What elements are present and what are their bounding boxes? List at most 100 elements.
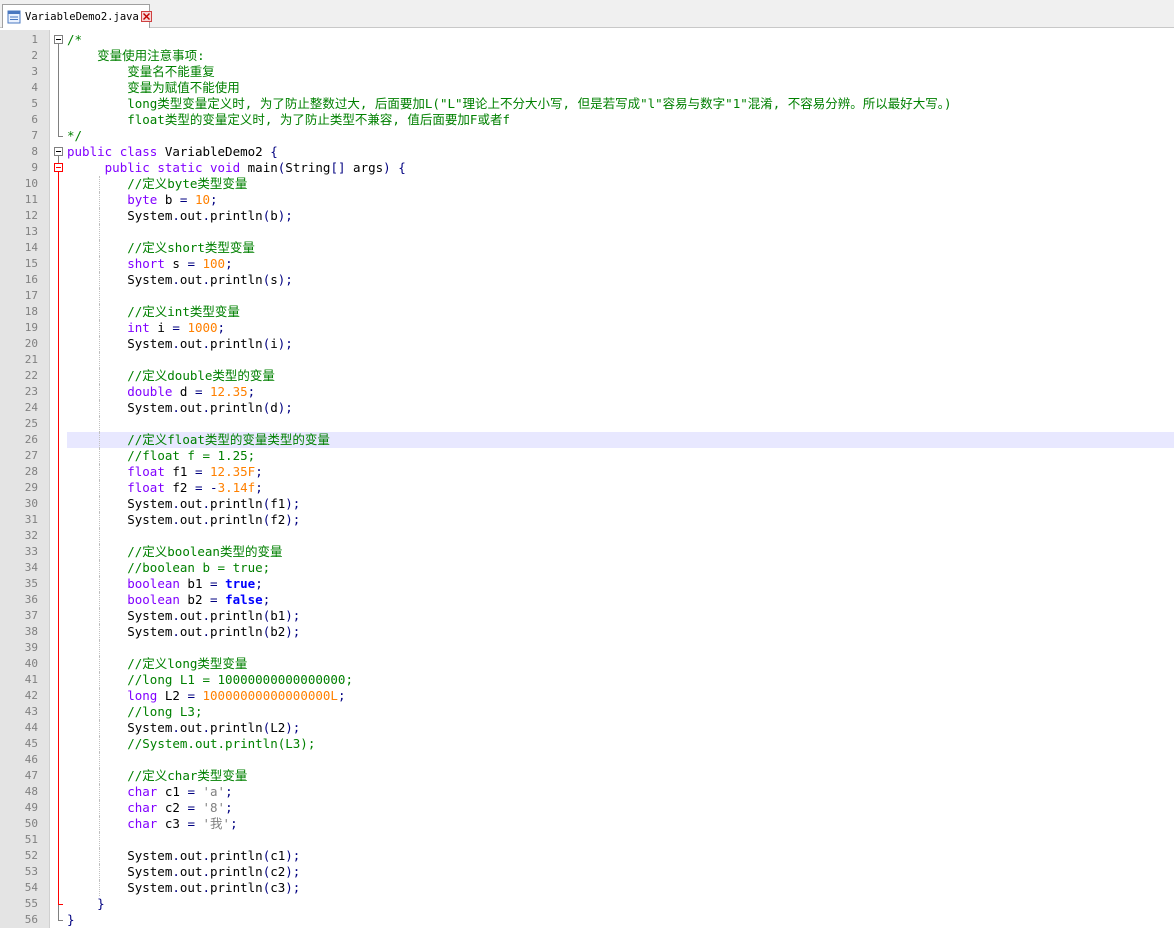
indent-guide [99, 800, 100, 816]
code-line[interactable]: System.out.println(c2); [67, 864, 1174, 880]
code-line[interactable]: System.out.println(f1); [67, 496, 1174, 512]
code-token: out [179, 864, 203, 879]
code-token: ); [285, 624, 301, 639]
tab-variabledemo2[interactable]: VariableDemo2.java [2, 4, 152, 28]
fold-margin[interactable] [50, 30, 66, 928]
fold-toggle-icon[interactable] [54, 35, 63, 44]
indent-guide [99, 512, 100, 528]
code-line[interactable]: System.out.println(L2); [67, 720, 1174, 736]
code-line[interactable]: //定义char类型变量 [67, 768, 1174, 784]
code-line[interactable]: float类型的变量定义时, 为了防止类型不兼容, 值后面要加F或者f [67, 112, 1174, 128]
code-line[interactable] [67, 752, 1174, 768]
code-line[interactable]: boolean b2 = false; [67, 592, 1174, 608]
code-line[interactable]: byte b = 10; [67, 192, 1174, 208]
code-token: c1 [270, 848, 286, 863]
code-token: ; [337, 688, 346, 703]
code-line[interactable]: float f1 = 12.35F; [67, 464, 1174, 480]
indent-guide [99, 864, 100, 880]
code-line[interactable]: //定义long类型变量 [67, 656, 1174, 672]
indent-guide [99, 400, 100, 416]
code-line[interactable]: //long L1 = 10000000000000000; [67, 672, 1174, 688]
indent-guide [99, 880, 100, 896]
fold-end-marker [58, 136, 63, 137]
code-line[interactable]: double d = 12.35; [67, 384, 1174, 400]
indent-guide [99, 544, 100, 560]
code-line[interactable]: //System.out.println(L3); [67, 736, 1174, 752]
code-line[interactable]: boolean b1 = true; [67, 576, 1174, 592]
code-token: . [172, 624, 180, 639]
code-area[interactable]: /* 变量使用注意事项: 变量名不能重复 变量为赋值不能使用 long类型变量定… [67, 30, 1174, 928]
code-token: c2 [157, 800, 188, 815]
fold-toggle-icon[interactable] [54, 147, 63, 156]
code-line[interactable]: System.out.println(f2); [67, 512, 1174, 528]
code-token: char [127, 784, 158, 799]
code-line[interactable]: System.out.println(b2); [67, 624, 1174, 640]
code-line[interactable]: long类型变量定义时, 为了防止整数过大, 后面要加L("L"理论上不分大小写… [67, 96, 1174, 112]
code-line[interactable]: System.out.println(d); [67, 400, 1174, 416]
code-line[interactable]: System.out.println(b1); [67, 608, 1174, 624]
code-line[interactable]: short s = 100; [67, 256, 1174, 272]
code-line[interactable]: //long L3; [67, 704, 1174, 720]
code-line[interactable]: char c1 = 'a'; [67, 784, 1174, 800]
code-line[interactable]: public static void main(String[] args) { [67, 160, 1174, 176]
code-editor[interactable]: 1 2 3 4 5 6 7 8 9 10 11 12 13 14 15 16 17 18 19 20 21 22 23 24 2… [0, 30, 1174, 928]
code-line[interactable] [67, 832, 1174, 848]
code-line[interactable]: 变量名不能重复 [67, 64, 1174, 80]
indent-guide [99, 192, 100, 208]
code-line[interactable]: System.out.println(c1); [67, 848, 1174, 864]
code-line[interactable]: System.out.println(i); [67, 336, 1174, 352]
code-line[interactable]: System.out.println(b); [67, 208, 1174, 224]
code-line[interactable]: //定义boolean类型的变量 [67, 544, 1174, 560]
code-token: . [202, 272, 210, 287]
indent-guide [99, 432, 100, 448]
code-line[interactable]: char c2 = '8'; [67, 800, 1174, 816]
code-line[interactable]: //定义byte类型变量 [67, 176, 1174, 192]
code-line[interactable]: //定义double类型的变量 [67, 368, 1174, 384]
code-token: double [127, 384, 173, 399]
code-line[interactable]: int i = 1000; [67, 320, 1174, 336]
code-line[interactable]: //boolean b = true; [67, 560, 1174, 576]
code-line[interactable]: /* [67, 32, 1174, 48]
code-token: out [179, 272, 203, 287]
line-number: 12 [24, 209, 38, 222]
code-line[interactable]: 变量为赋值不能使用 [67, 80, 1174, 96]
code-token: f2 [164, 480, 195, 495]
code-line[interactable] [67, 288, 1174, 304]
code-token: '8' [202, 800, 226, 815]
code-token: c2 [270, 864, 286, 879]
code-line[interactable]: //float f = 1.25; [67, 448, 1174, 464]
code-token: ; [225, 800, 233, 815]
code-token: byte [127, 192, 158, 207]
code-line[interactable]: //定义int类型变量 [67, 304, 1174, 320]
code-line[interactable]: long L2 = 10000000000000000L; [67, 688, 1174, 704]
current-code-line[interactable]: //定义float类型的变量类型的变量 [67, 432, 1174, 448]
fold-toggle-icon[interactable] [54, 163, 63, 172]
code-line[interactable]: char c3 = '我'; [67, 816, 1174, 832]
code-line[interactable]: */ [67, 128, 1174, 144]
code-token: out [179, 496, 203, 511]
code-line[interactable]: public class VariableDemo2 { [67, 144, 1174, 160]
code-line[interactable] [67, 528, 1174, 544]
code-line[interactable] [67, 224, 1174, 240]
code-line[interactable] [67, 416, 1174, 432]
code-line[interactable]: } [67, 896, 1174, 912]
code-line[interactable]: } [67, 912, 1174, 928]
close-icon[interactable] [140, 11, 152, 23]
line-number: 37 [24, 609, 38, 622]
code-line[interactable]: System.out.println(c3); [67, 880, 1174, 896]
code-line[interactable]: 变量使用注意事项: [67, 48, 1174, 64]
code-line[interactable]: //定义short类型变量 [67, 240, 1174, 256]
code-line[interactable] [67, 640, 1174, 656]
code-line[interactable]: float f2 = -3.14f; [67, 480, 1174, 496]
code-line[interactable]: System.out.println(s); [67, 272, 1174, 288]
code-line[interactable] [67, 352, 1174, 368]
line-number: 43 [24, 705, 38, 718]
line-number: 21 [24, 353, 38, 366]
